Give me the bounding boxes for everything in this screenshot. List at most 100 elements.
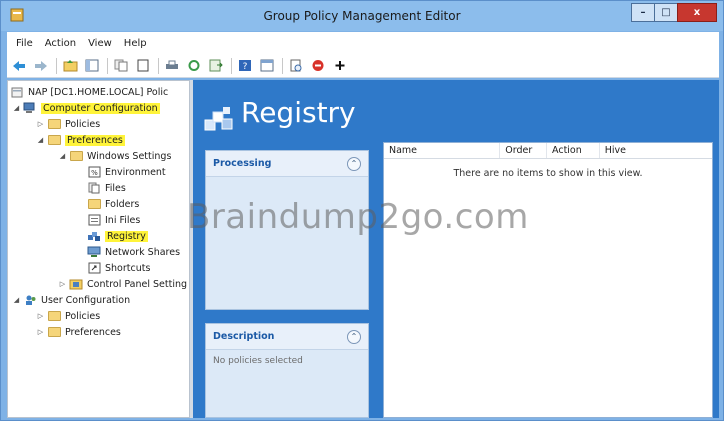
files-icon (87, 182, 101, 195)
svg-text:%: % (91, 169, 98, 177)
stop-icon[interactable] (310, 58, 326, 74)
tree-label: Preferences (65, 134, 125, 146)
tree-item-control-panel-settings[interactable]: ▷ Control Panel Setting (58, 276, 187, 292)
tree-label: Ini Files (105, 214, 141, 226)
items-list-view[interactable]: Name Order Action Hive There are no item… (383, 142, 713, 418)
page-title: Registry (241, 96, 356, 129)
processing-panel-header[interactable]: Processing ⌃ (206, 151, 368, 177)
collapse-arrow-icon[interactable]: ◢ (12, 296, 21, 304)
expand-arrow-icon[interactable]: ▷ (36, 120, 45, 128)
tree-pane: NAP [DC1.HOME.LOCAL] Polic ◢ Computer Co… (7, 80, 190, 418)
toolbar: ? (7, 54, 719, 78)
refresh-icon[interactable] (186, 58, 202, 74)
menu-bar: File Action View Help (7, 32, 719, 54)
processing-panel: Processing ⌃ (205, 150, 369, 310)
minimize-button[interactable]: – (631, 3, 655, 22)
svg-text:?: ? (243, 62, 248, 72)
tree-label: Environment (105, 166, 166, 178)
tree-label: NAP [DC1.HOME.LOCAL] Polic (28, 86, 169, 98)
folder-icon (47, 134, 61, 147)
title-bar[interactable]: Group Policy Management Editor – □ x (1, 1, 723, 31)
copy-icon[interactable] (113, 58, 129, 74)
tree-label: User Configuration (41, 294, 131, 306)
computer-icon (23, 102, 37, 115)
folder-icon (47, 118, 61, 131)
column-header-action[interactable]: Action (547, 143, 600, 158)
tree-item-ini-files[interactable]: Ini Files (87, 212, 140, 228)
registry-icon (87, 230, 101, 243)
tree-item-user-preferences[interactable]: ▷ Preferences (36, 324, 121, 340)
collapse-chevron-icon[interactable]: ⌃ (347, 156, 361, 171)
window-title: Group Policy Management Editor (263, 9, 461, 23)
user-icon (23, 294, 37, 307)
forward-icon[interactable] (33, 58, 49, 74)
registry-header-icon (204, 107, 233, 131)
export-list-icon[interactable] (208, 58, 224, 74)
toolbar-separator (107, 57, 108, 74)
add-icon[interactable] (332, 58, 348, 74)
collapse-arrow-icon[interactable]: ◢ (58, 152, 67, 160)
expand-arrow-icon[interactable]: ▷ (36, 312, 45, 320)
app-window: Group Policy Management Editor – □ x Fil… (0, 0, 724, 421)
tree-item-network-shares[interactable]: Network Shares (87, 244, 180, 260)
column-header-order[interactable]: Order (500, 143, 548, 158)
tree-label: Control Panel Setting (87, 278, 188, 290)
paste-icon[interactable] (135, 58, 151, 74)
tree-label: Network Shares (105, 246, 181, 258)
menu-action[interactable]: Action (39, 38, 82, 49)
properties-icon[interactable] (259, 58, 275, 74)
menu-help[interactable]: Help (118, 38, 153, 49)
show-hide-tree-icon[interactable] (84, 58, 100, 74)
menu-file[interactable]: File (10, 38, 39, 49)
tree-label: Registry (105, 230, 148, 242)
column-header-hive[interactable]: Hive (600, 143, 712, 158)
expand-arrow-icon[interactable]: ▷ (36, 328, 45, 336)
environment-icon: % (87, 166, 101, 179)
tree-label: Policies (65, 310, 101, 322)
description-title: Description (213, 331, 275, 342)
tree-item-registry[interactable]: Registry (87, 228, 148, 244)
toolbar-separator (231, 57, 232, 74)
tree-item-policies[interactable]: ▷ Policies (36, 116, 100, 132)
gpo-icon (10, 86, 24, 99)
list-header: Name Order Action Hive (384, 143, 712, 159)
tree-label: Preferences (65, 326, 121, 338)
tree-item-windows-settings[interactable]: ◢ Windows Settings (58, 148, 172, 164)
tree-item-shortcuts[interactable]: Shortcuts (87, 260, 150, 276)
close-button[interactable]: x (677, 3, 717, 22)
collapse-chevron-icon[interactable]: ⌃ (347, 329, 361, 344)
print-icon[interactable] (164, 58, 180, 74)
tree-item-environment[interactable]: % Environment (87, 164, 166, 180)
tree-label: Files (105, 182, 126, 194)
tree-label: Shortcuts (105, 262, 151, 274)
window-controls: – □ x (631, 3, 717, 23)
expand-arrow-icon[interactable]: ▷ (58, 280, 67, 288)
network-share-icon (87, 246, 101, 259)
tree-item-preferences[interactable]: ◢ Preferences (36, 132, 125, 148)
folder-icon (47, 326, 61, 339)
help-icon[interactable]: ? (237, 58, 253, 74)
toolbar-separator (56, 57, 57, 74)
tree-label: Policies (65, 118, 101, 130)
tree-item-root[interactable]: NAP [DC1.HOME.LOCAL] Polic (10, 84, 168, 100)
collapse-arrow-icon[interactable]: ◢ (12, 104, 21, 112)
description-panel: Description ⌃ No policies selected (205, 323, 369, 418)
collapse-arrow-icon[interactable]: ◢ (36, 136, 45, 144)
tree-item-user-configuration[interactable]: ◢ User Configuration (12, 292, 130, 308)
tree-item-user-policies[interactable]: ▷ Policies (36, 308, 100, 324)
toolbar-separator (158, 57, 159, 74)
back-icon[interactable] (11, 58, 27, 74)
tree-item-computer-configuration[interactable]: ◢ Computer Configuration (12, 100, 160, 116)
tree-item-files[interactable]: Files (87, 180, 126, 196)
menu-view[interactable]: View (82, 38, 118, 49)
column-header-name[interactable]: Name (384, 143, 501, 158)
folder-icon (69, 150, 83, 163)
ini-file-icon (87, 214, 101, 227)
description-panel-header[interactable]: Description ⌃ (206, 324, 368, 350)
maximize-button[interactable]: □ (654, 3, 678, 22)
tree-item-folders[interactable]: Folders (87, 196, 139, 212)
empty-list-message: There are no items to show in this view. (453, 168, 643, 179)
new-document-icon[interactable] (288, 58, 304, 74)
tree-label: Windows Settings (87, 150, 172, 162)
up-folder-icon[interactable] (62, 58, 78, 74)
